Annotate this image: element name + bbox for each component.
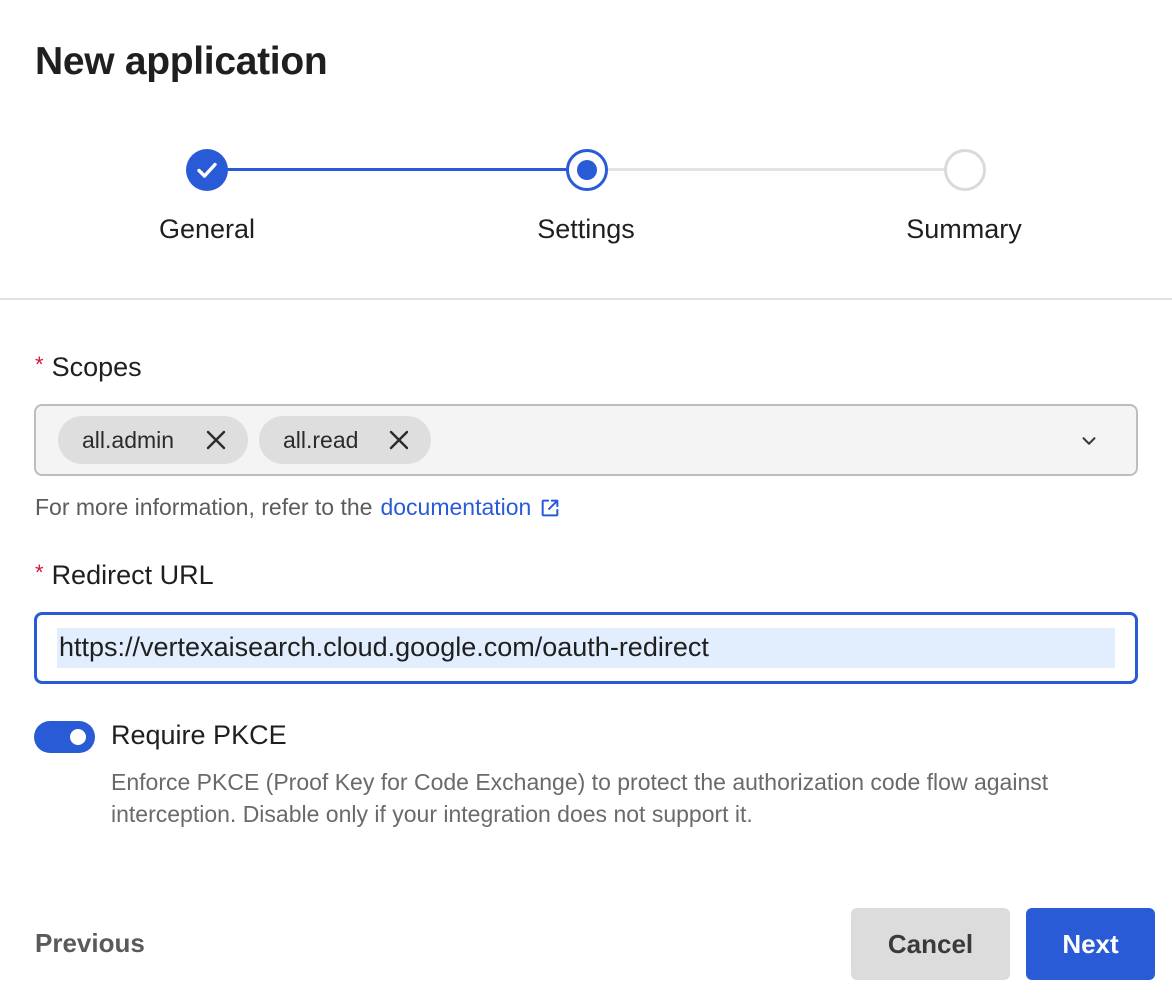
section-divider <box>0 298 1172 300</box>
help-text: For more information, refer to the <box>35 494 373 520</box>
scope-chip-all-read: all.read <box>259 416 431 464</box>
remove-chip-icon[interactable] <box>387 428 411 452</box>
scope-chip-label: all.read <box>283 426 359 453</box>
require-pkce-description: Enforce PKCE (Proof Key for Code Exchang… <box>111 769 1049 827</box>
step-label-settings: Settings <box>537 214 635 244</box>
scope-chip-all-admin: all.admin <box>58 416 248 464</box>
page-title: New application <box>35 40 328 83</box>
cancel-button[interactable]: Cancel <box>851 908 1010 980</box>
require-pkce-toggle[interactable] <box>34 721 95 753</box>
redirect-url-value[interactable]: https://vertexaisearch.cloud.google.com/… <box>59 632 709 663</box>
external-link-icon[interactable] <box>539 497 561 519</box>
stepper-line-completed <box>207 168 587 171</box>
stepper-line-upcoming <box>587 168 965 171</box>
redirect-url-label: * Redirect URL <box>35 560 214 591</box>
scopes-label: * Scopes <box>35 352 142 383</box>
step-general-check-icon[interactable] <box>186 149 228 191</box>
documentation-link[interactable]: documentation <box>380 494 531 521</box>
scopes-label-text: Scopes <box>51 352 142 382</box>
checkmark-icon <box>197 162 217 178</box>
previous-button[interactable]: Previous <box>35 928 145 959</box>
scopes-multiselect[interactable]: all.admin all.read <box>34 404 1138 476</box>
next-button[interactable]: Next <box>1026 908 1155 980</box>
current-step-dot <box>577 160 597 180</box>
remove-chip-icon[interactable] <box>204 428 228 452</box>
scope-chip-label: all.admin <box>82 426 175 453</box>
redirect-url-label-text: Redirect URL <box>51 560 214 590</box>
chevron-down-icon[interactable] <box>1078 430 1100 452</box>
required-marker: * <box>35 352 44 377</box>
require-pkce-label: Require PKCE <box>111 720 287 750</box>
step-settings-indicator <box>566 149 608 191</box>
step-summary-indicator <box>944 149 986 191</box>
step-label-general[interactable]: General <box>87 214 327 245</box>
step-label-summary: Summary <box>906 214 1022 244</box>
required-marker: * <box>35 560 44 585</box>
toggle-knob <box>70 729 86 745</box>
redirect-url-input[interactable]: https://vertexaisearch.cloud.google.com/… <box>34 612 1138 684</box>
scopes-help-text: For more information, refer to the docum… <box>35 494 561 521</box>
